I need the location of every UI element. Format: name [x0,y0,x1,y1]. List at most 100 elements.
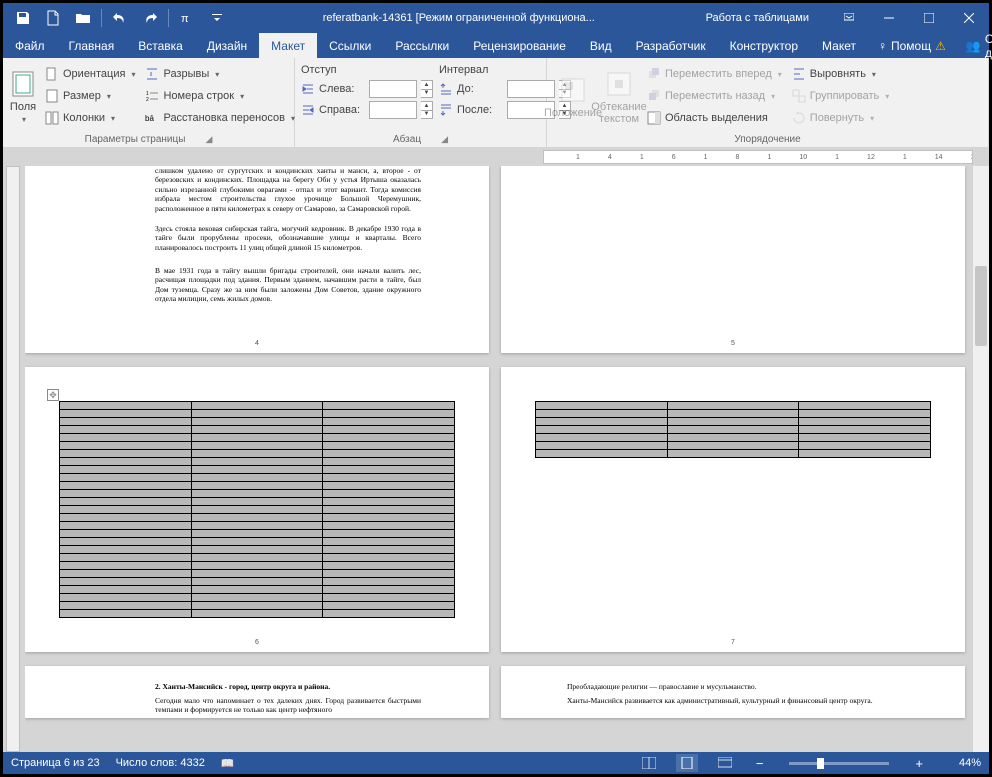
zoom-slider-thumb[interactable] [817,758,824,769]
table-row[interactable] [60,506,455,514]
page-6[interactable]: ✥ 6 [25,367,489,652]
maximize-button[interactable] [909,3,949,33]
table-row[interactable] [536,418,931,426]
table-row[interactable] [60,402,455,410]
qat-customize[interactable] [202,3,232,33]
page-setup-dialog[interactable]: ◢ [205,134,212,145]
size-button[interactable]: Размер▾ [43,86,137,106]
table-row[interactable] [60,522,455,530]
table-row[interactable] [60,410,455,418]
table-2[interactable] [535,401,931,458]
table-row[interactable] [60,498,455,506]
vertical-scrollbar[interactable] [973,166,989,752]
table-row[interactable] [536,426,931,434]
table-row[interactable] [536,402,931,410]
table-row[interactable] [60,490,455,498]
new-button[interactable] [38,3,68,33]
orientation-button[interactable]: Ориентация▾ [43,64,137,84]
tab-file[interactable]: Файл [3,33,57,58]
table-row[interactable] [60,434,455,442]
page-9[interactable]: Преобладающие религии — православие и му… [501,666,965,718]
page-4[interactable]: слишком удалено от сургутских и кондинск… [25,166,489,353]
page-7[interactable]: 7 [501,367,965,652]
page-5[interactable]: 5 [501,166,965,353]
table-row[interactable] [60,578,455,586]
tab-layout[interactable]: Макет [259,33,317,58]
zoom-out-button[interactable]: − [752,756,768,771]
equation-button[interactable]: π [172,3,202,33]
tab-view[interactable]: Вид [578,33,624,58]
tab-layout2[interactable]: Макет [810,33,868,58]
tab-developer[interactable]: Разработчик [624,33,718,58]
page-status[interactable]: Страница 6 из 23 [11,757,100,769]
word-count[interactable]: Число слов: 4332 [116,757,205,769]
table-row[interactable] [60,602,455,610]
table-row[interactable] [60,466,455,474]
table-row[interactable] [60,538,455,546]
table-row[interactable] [60,458,455,466]
table-row[interactable] [60,450,455,458]
tab-constructor[interactable]: Конструктор [718,33,810,58]
table-row[interactable] [536,442,931,450]
table-move-handle[interactable]: ✥ [47,389,59,401]
tab-review[interactable]: Рецензирование [461,33,578,58]
horizontal-ruler[interactable]: 141618110112114116118 [21,150,973,164]
table-row[interactable] [60,426,455,434]
table-row[interactable] [60,562,455,570]
tab-home[interactable]: Главная [57,33,127,58]
table-row[interactable] [60,586,455,594]
indent-left-spinner[interactable]: ▲▼ [421,80,433,98]
group-button: Группировать▾ [790,86,892,106]
selection-pane-button[interactable]: Область выделения [645,108,784,128]
table-row[interactable] [536,450,931,458]
table-row[interactable] [536,410,931,418]
tab-mailings[interactable]: Рассылки [383,33,461,58]
table-row[interactable] [60,418,455,426]
table-row[interactable] [60,546,455,554]
document-area[interactable]: 141618110112114116118 слишком удалено от… [3,148,989,752]
table-row[interactable] [60,610,455,618]
save-button[interactable] [8,3,38,33]
zoom-in-button[interactable]: + [911,756,927,771]
scrollbar-thumb[interactable] [975,266,987,346]
help-button[interactable]: ♀Помощ⚠ [868,33,956,58]
table-row[interactable] [60,594,455,602]
vertical-ruler[interactable] [6,166,20,752]
table-row[interactable] [60,514,455,522]
hyphenation-button[interactable]: bāРасстановка переносов▾ [143,108,297,128]
indent-left-input[interactable] [369,80,417,98]
table-row[interactable] [60,530,455,538]
columns-button[interactable]: Колонки▾ [43,108,137,128]
paragraph-dialog[interactable]: ◢ [441,134,448,145]
breaks-button[interactable]: Разрывы▾ [143,64,297,84]
indent-right-spinner[interactable]: ▲▼ [421,101,433,119]
tab-insert[interactable]: Вставка [126,33,195,58]
tab-design[interactable]: Дизайн [195,33,259,58]
print-layout-button[interactable] [676,754,698,772]
tab-references[interactable]: Ссылки [317,33,383,58]
read-mode-button[interactable] [638,754,660,772]
table-1[interactable] [59,401,455,618]
web-layout-button[interactable] [714,754,736,772]
minimize-button[interactable] [869,3,909,33]
page-8[interactable]: 2. Ханты-Мансийск - город, центр округа … [25,666,489,718]
table-row[interactable] [60,554,455,562]
proofing-icon[interactable]: 📖 [221,757,235,770]
zoom-slider[interactable] [789,762,889,765]
line-numbers-button[interactable]: 12Номера строк▾ [143,86,297,106]
table-row[interactable] [60,442,455,450]
indent-right-input[interactable] [369,101,417,119]
redo-button[interactable] [135,3,165,33]
table-row[interactable] [60,482,455,490]
margins-button[interactable]: Поля▾ [9,62,37,133]
zoom-level[interactable]: 44% [943,757,981,769]
undo-button[interactable] [105,3,135,33]
ribbon-options-button[interactable] [829,3,869,33]
share-button[interactable]: 👥Общий доступ [956,33,992,58]
table-row[interactable] [60,474,455,482]
table-row[interactable] [60,570,455,578]
align-button[interactable]: Выровнять▾ [790,64,892,84]
open-button[interactable] [68,3,98,33]
table-row[interactable] [536,434,931,442]
close-button[interactable] [949,3,989,33]
